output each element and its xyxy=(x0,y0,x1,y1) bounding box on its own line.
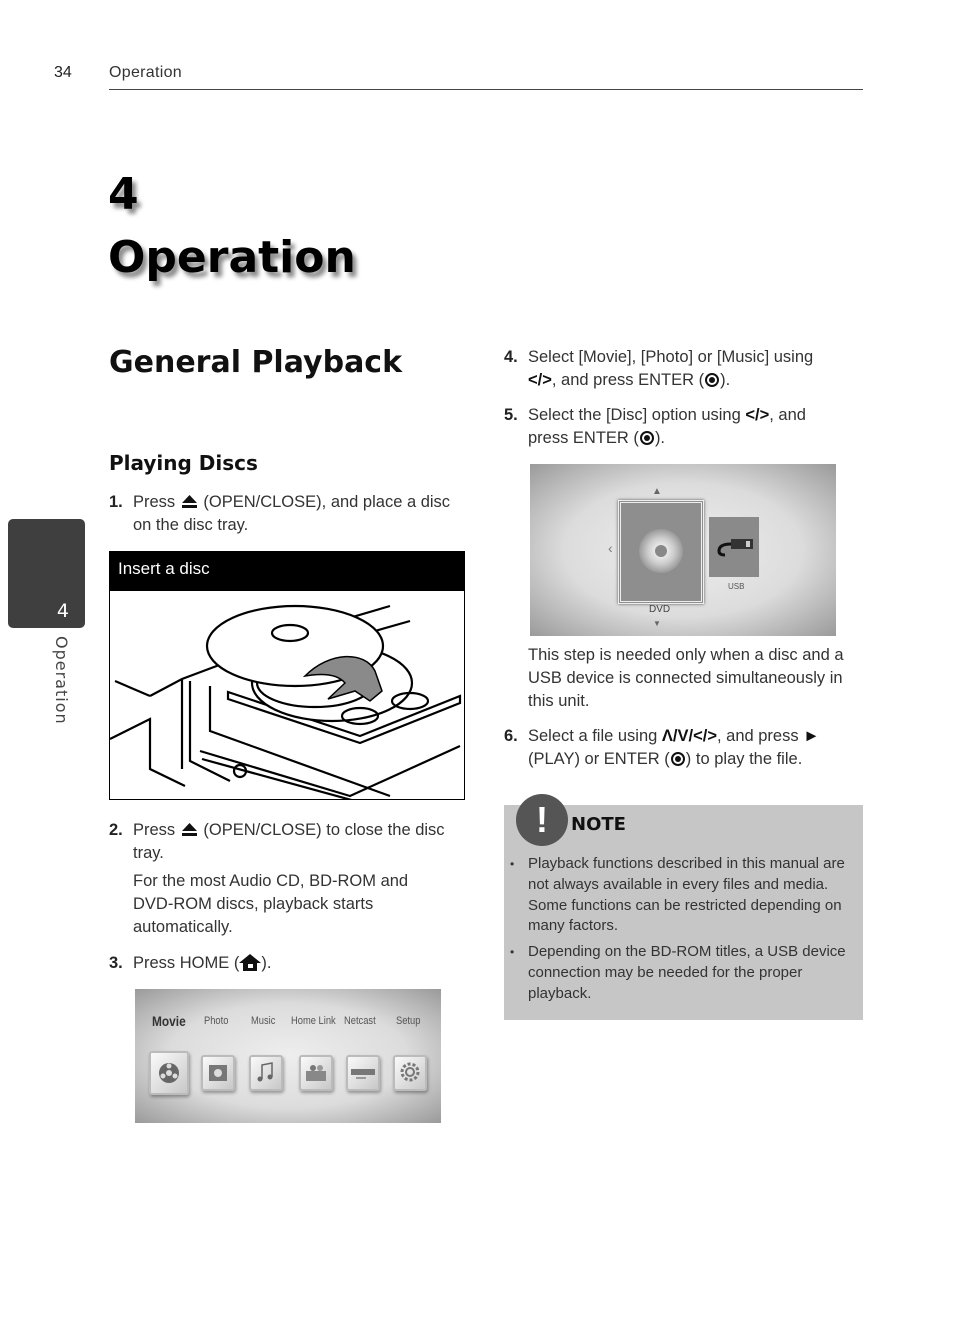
step-text: , and press ENTER ( xyxy=(551,371,705,389)
note-list: Playback functions described in this man… xyxy=(504,854,859,1010)
home-menu-label-netcast: Netcast xyxy=(344,1015,376,1027)
running-header: Operation xyxy=(109,64,182,81)
device-tile-usb[interactable] xyxy=(709,517,759,577)
step-2: 2. Press (OPEN/CLOSE) to close the disc … xyxy=(109,819,469,944)
left-right-arrows-icon: </> xyxy=(528,371,552,389)
step-text: press ENTER ( xyxy=(528,429,639,447)
device-label-usb: USB xyxy=(728,582,745,591)
step-text: ). xyxy=(654,429,666,447)
insert-disc-figure: Insert a disc xyxy=(109,551,465,800)
direction-arrows-icon: Λ/V/</> xyxy=(661,727,717,745)
photo-icon[interactable] xyxy=(201,1055,235,1091)
step-text: (OPEN/CLOSE), and place a disc on the di… xyxy=(133,493,451,534)
disc-icon xyxy=(639,529,683,573)
down-arrow-icon: ▼ xyxy=(653,619,661,628)
disc-tray-illustration xyxy=(110,604,462,799)
step-text: (PLAY) or ENTER ( xyxy=(528,750,670,768)
step-text: Select [Movie], [Photo] or [Music] using xyxy=(528,348,814,366)
note-item: Depending on the BD-ROM titles, a USB de… xyxy=(504,942,859,1004)
left-right-arrows-icon: </> xyxy=(745,406,770,424)
step-number: 6. xyxy=(504,727,518,745)
step-number: 4. xyxy=(504,348,518,366)
gear-icon[interactable] xyxy=(393,1055,427,1091)
step-1: 1. Press (OPEN/CLOSE), and place a disc … xyxy=(109,491,469,541)
chapter-title: Operation xyxy=(108,232,356,283)
play-icon: ► xyxy=(803,727,820,745)
step-text: Press xyxy=(133,493,176,511)
home-link-icon[interactable] xyxy=(299,1055,333,1091)
step-text: ). xyxy=(720,371,731,389)
netcast-icon[interactable] xyxy=(346,1055,380,1091)
enter-icon xyxy=(705,373,720,387)
step-text: , and xyxy=(769,406,806,424)
home-menu-label-music: Music xyxy=(251,1015,276,1027)
note-title: NOTE xyxy=(571,814,626,835)
note-item: Playback functions described in this man… xyxy=(504,854,859,937)
side-tab-number: 4 xyxy=(56,600,69,622)
page-number: 34 xyxy=(54,64,72,81)
step-text: Press HOME ( xyxy=(133,954,240,972)
step-5-note: This step is needed only when a disc and… xyxy=(528,646,844,710)
section-title: General Playback xyxy=(109,345,403,380)
step-text: Select a file using xyxy=(528,727,658,745)
movie-reel-icon[interactable] xyxy=(149,1051,189,1095)
music-note-icon[interactable] xyxy=(249,1055,283,1091)
chapter-number: 4 xyxy=(108,169,139,220)
step-text: ). xyxy=(261,954,272,972)
step-2-detail: For the most Audio CD, BD-ROM and DVD-RO… xyxy=(133,872,409,936)
home-icon xyxy=(239,954,262,971)
step-number: 3. xyxy=(109,954,123,972)
step-text: ) to play the file. xyxy=(685,750,803,768)
device-label-dvd: DVD xyxy=(649,604,671,615)
side-tab-label: Operation xyxy=(52,636,71,725)
eject-icon xyxy=(181,823,197,836)
header-rule xyxy=(109,89,863,90)
home-menu-label-photo: Photo xyxy=(204,1015,229,1027)
home-menu-label-home-link: Home Link xyxy=(291,1015,336,1027)
home-menu-label-setup: Setup xyxy=(396,1015,421,1027)
usb-icon xyxy=(717,539,753,557)
home-menu-screenshot: Movie Photo Music Home Link Netcast Setu… xyxy=(135,989,441,1123)
step-number: 5. xyxy=(504,406,518,424)
step-number: 1. xyxy=(109,493,123,511)
up-arrow-icon: ▲ xyxy=(652,486,662,497)
step-text: Select the [Disc] option using xyxy=(528,406,741,424)
enter-icon xyxy=(639,431,654,445)
step-6: 6. Select a file using Λ/V/</>, and pres… xyxy=(504,725,864,775)
device-tile-dvd[interactable] xyxy=(618,500,704,604)
step-text: Press xyxy=(133,821,176,839)
step-text: , and press xyxy=(716,727,799,745)
device-select-screenshot: ▲ ‹ › DVD ▼ USB xyxy=(530,464,836,636)
step-text: (OPEN/CLOSE) to close the disc tray. xyxy=(133,821,445,862)
eject-icon xyxy=(181,495,197,508)
subsection-title: Playing Discs xyxy=(109,451,258,475)
step-number: 2. xyxy=(109,821,123,839)
chapter-side-tab: 4 xyxy=(8,519,85,628)
home-menu-label-movie: Movie xyxy=(152,1013,186,1029)
figure-caption: Insert a disc xyxy=(110,552,464,591)
step-3: 3. Press HOME (). xyxy=(109,952,469,978)
step-5: 5. Select the [Disc] option using </>, a… xyxy=(504,404,864,454)
exclamation-icon: ! xyxy=(516,794,568,846)
left-arrow-icon: ‹ xyxy=(608,540,613,556)
enter-icon xyxy=(670,752,685,766)
step-4: 4. Select [Movie], [Photo] or [Music] us… xyxy=(504,346,864,396)
